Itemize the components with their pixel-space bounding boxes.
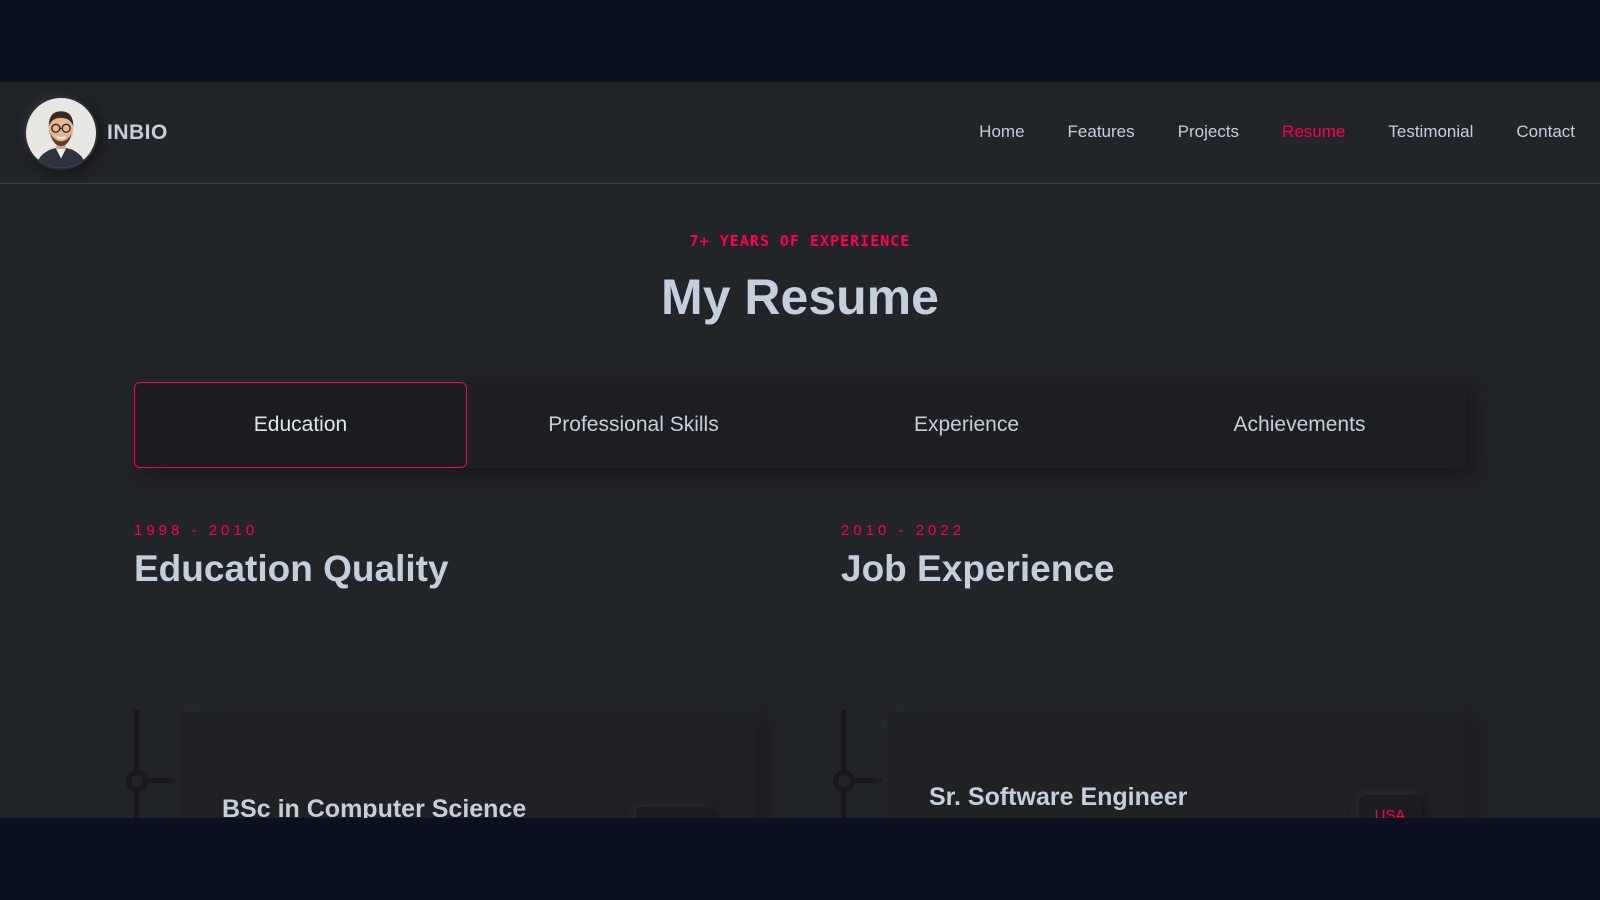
nav-contact[interactable]: Contact [1516, 122, 1575, 142]
job-card[interactable]: Sr. Software Engineer USA [887, 711, 1465, 818]
tab-professional-skills[interactable]: Professional Skills [467, 382, 800, 468]
education-timeline-branch [146, 778, 176, 783]
tab-experience[interactable]: Experience [800, 382, 1133, 468]
main-nav: Home Features Projects Resume Testimonia… [936, 122, 1575, 142]
section-title: My Resume [661, 269, 939, 325]
job-years: 2010 - 2022 [841, 522, 966, 539]
education-card[interactable]: BSc in Computer Science [180, 711, 756, 818]
job-card-title: Sr. Software Engineer [929, 783, 1188, 811]
nav-testimonial[interactable]: Testimonial [1388, 122, 1473, 142]
education-years: 1998 - 2010 [134, 522, 259, 539]
nav-home[interactable]: Home [979, 122, 1024, 142]
section-subtitle: 7+ YEARS OF EXPERIENCE [689, 232, 911, 250]
education-card-title: BSc in Computer Science [222, 795, 527, 818]
education-heading: Education Quality [134, 548, 449, 589]
resume-tabs: Education Professional Skills Experience… [134, 382, 1466, 468]
tab-achievements[interactable]: Achievements [1133, 382, 1466, 468]
job-timeline-branch [853, 778, 883, 783]
education-card-badge [636, 807, 712, 818]
job-heading: Job Experience [841, 548, 1115, 589]
job-timeline-dot [833, 770, 855, 792]
avatar[interactable] [24, 96, 98, 170]
page-viewport: INBIO Home Features Projects Resume Test… [0, 82, 1600, 818]
tab-education[interactable]: Education [134, 382, 467, 468]
education-timeline-dot [126, 770, 148, 792]
job-timeline-line [841, 710, 846, 818]
nav-features[interactable]: Features [1068, 122, 1135, 142]
nav-projects[interactable]: Projects [1178, 122, 1239, 142]
site-header: INBIO Home Features Projects Resume Test… [0, 82, 1600, 184]
brand-name[interactable]: INBIO [107, 121, 168, 145]
job-card-badge: USA [1359, 795, 1421, 818]
education-timeline-line [134, 710, 139, 818]
avatar-image [26, 98, 96, 168]
nav-resume[interactable]: Resume [1282, 122, 1345, 142]
